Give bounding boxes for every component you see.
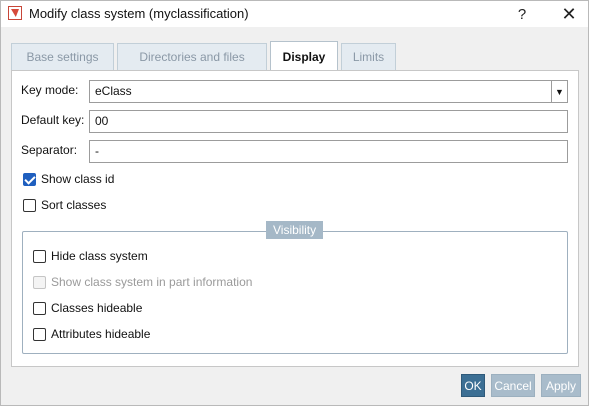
default-key-input[interactable]: 00 [89, 110, 568, 133]
separator-input[interactable]: - [89, 140, 568, 163]
attributes-hideable-checkbox[interactable] [33, 328, 46, 341]
hide-class-system-label[interactable]: Hide class system [51, 249, 148, 263]
apply-button[interactable]: Apply [541, 374, 581, 397]
default-key-label: Default key: [21, 113, 85, 127]
dialog-window: Modify class system (myclassification) ?… [0, 0, 589, 406]
key-mode-label: Key mode: [21, 83, 79, 97]
window-title: Modify class system (myclassification) [29, 6, 249, 21]
key-mode-value: eClass [95, 84, 132, 98]
show-class-id-checkbox[interactable] [23, 173, 36, 186]
help-button[interactable]: ? [506, 1, 538, 27]
classes-hideable-label[interactable]: Classes hideable [51, 301, 142, 315]
show-class-id-label[interactable]: Show class id [41, 172, 114, 186]
separator-label: Separator: [21, 143, 78, 157]
app-icon [8, 6, 22, 20]
show-in-part-info-checkbox [33, 276, 46, 289]
title-bar: Modify class system (myclassification) ?… [1, 1, 588, 27]
tab-display[interactable]: Display [270, 41, 338, 71]
tab-limits[interactable]: Limits [341, 43, 396, 70]
show-in-part-info-label: Show class system in part information [51, 275, 253, 289]
sort-classes-checkbox[interactable] [23, 199, 36, 212]
cancel-button[interactable]: Cancel [491, 374, 535, 397]
close-button[interactable]: ✕ [553, 1, 585, 27]
visibility-group-title: Visibility [266, 221, 324, 239]
ok-button[interactable]: OK [461, 374, 485, 397]
classes-hideable-checkbox[interactable] [33, 302, 46, 315]
hide-class-system-checkbox[interactable] [33, 250, 46, 263]
chevron-down-icon[interactable]: ▼ [551, 81, 567, 102]
tab-base-settings[interactable]: Base settings [11, 43, 114, 70]
key-mode-select[interactable]: eClass ▼ [89, 80, 568, 103]
tab-directories-and-files[interactable]: Directories and files [117, 43, 267, 70]
display-tab-panel: Key mode: eClass ▼ Default key: 00 Separ… [11, 70, 579, 367]
attributes-hideable-label[interactable]: Attributes hideable [51, 327, 150, 341]
sort-classes-label[interactable]: Sort classes [41, 198, 106, 212]
